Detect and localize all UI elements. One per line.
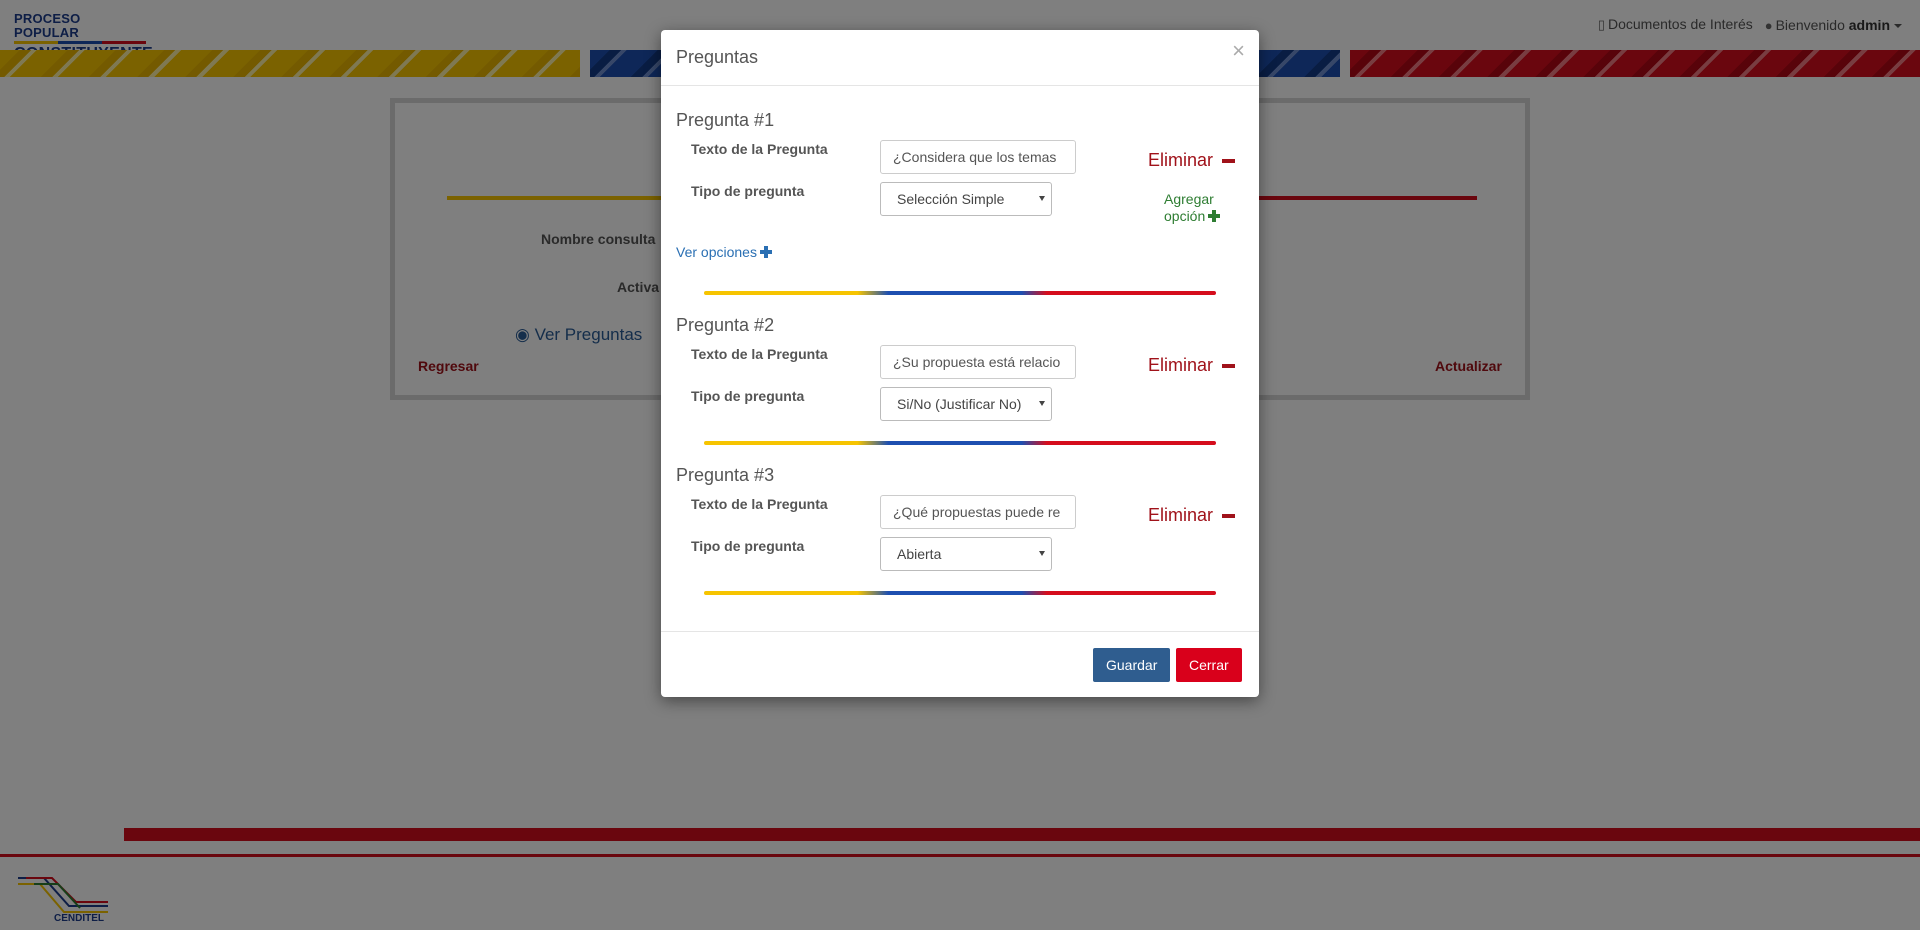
dropdown-arrow-icon: [1039, 551, 1045, 556]
question-3-text-input[interactable]: [880, 495, 1076, 529]
question-1-text-input[interactable]: [880, 140, 1076, 174]
question-2-type-select[interactable]: Si/No (Justificar No): [880, 387, 1052, 421]
plus-icon: [1208, 210, 1221, 222]
question-1-delete-button[interactable]: Eliminar: [1148, 150, 1236, 171]
question-3-title: Pregunta #3: [676, 465, 775, 485]
close-button[interactable]: Cerrar: [1176, 648, 1242, 682]
modal-header: Preguntas ×: [661, 30, 1259, 86]
question-3-delete-button[interactable]: Eliminar: [1148, 505, 1236, 526]
add-option-button[interactable]: Agregar opción: [1164, 191, 1221, 225]
close-icon[interactable]: ×: [1232, 40, 1245, 62]
tricolor-separator: [704, 291, 1216, 295]
modal-title: Preguntas: [676, 47, 759, 67]
question-3-text-label: Texto de la Pregunta: [691, 496, 828, 512]
question-3-type-label: Tipo de pregunta: [691, 538, 805, 554]
plus-icon: [759, 246, 772, 258]
minus-icon: [1222, 513, 1236, 518]
question-2-text-input[interactable]: [880, 345, 1076, 379]
tricolor-separator: [704, 591, 1216, 595]
question-2-text-label: Texto de la Pregunta: [691, 346, 828, 362]
dropdown-arrow-icon: [1039, 401, 1045, 406]
tricolor-separator: [704, 441, 1216, 445]
question-2-delete-button[interactable]: Eliminar: [1148, 355, 1236, 376]
view-options-link[interactable]: Ver opciones: [676, 244, 772, 260]
minus-icon: [1222, 363, 1236, 368]
questions-modal: Preguntas × Pregunta #1 Texto de la Preg…: [661, 30, 1259, 697]
minus-icon: [1222, 158, 1236, 163]
dropdown-arrow-icon: [1039, 196, 1045, 201]
question-1-text-label: Texto de la Pregunta: [691, 141, 828, 157]
question-1-title: Pregunta #1: [676, 110, 775, 130]
question-2-type-label: Tipo de pregunta: [691, 388, 805, 404]
modal-footer: Guardar Cerrar: [661, 631, 1259, 697]
question-2-title: Pregunta #2: [676, 315, 775, 335]
question-1-type-label: Tipo de pregunta: [691, 183, 805, 199]
question-1-type-select[interactable]: Selección Simple: [880, 182, 1052, 216]
save-button[interactable]: Guardar: [1093, 648, 1171, 682]
question-3-type-select[interactable]: Abierta: [880, 537, 1052, 571]
